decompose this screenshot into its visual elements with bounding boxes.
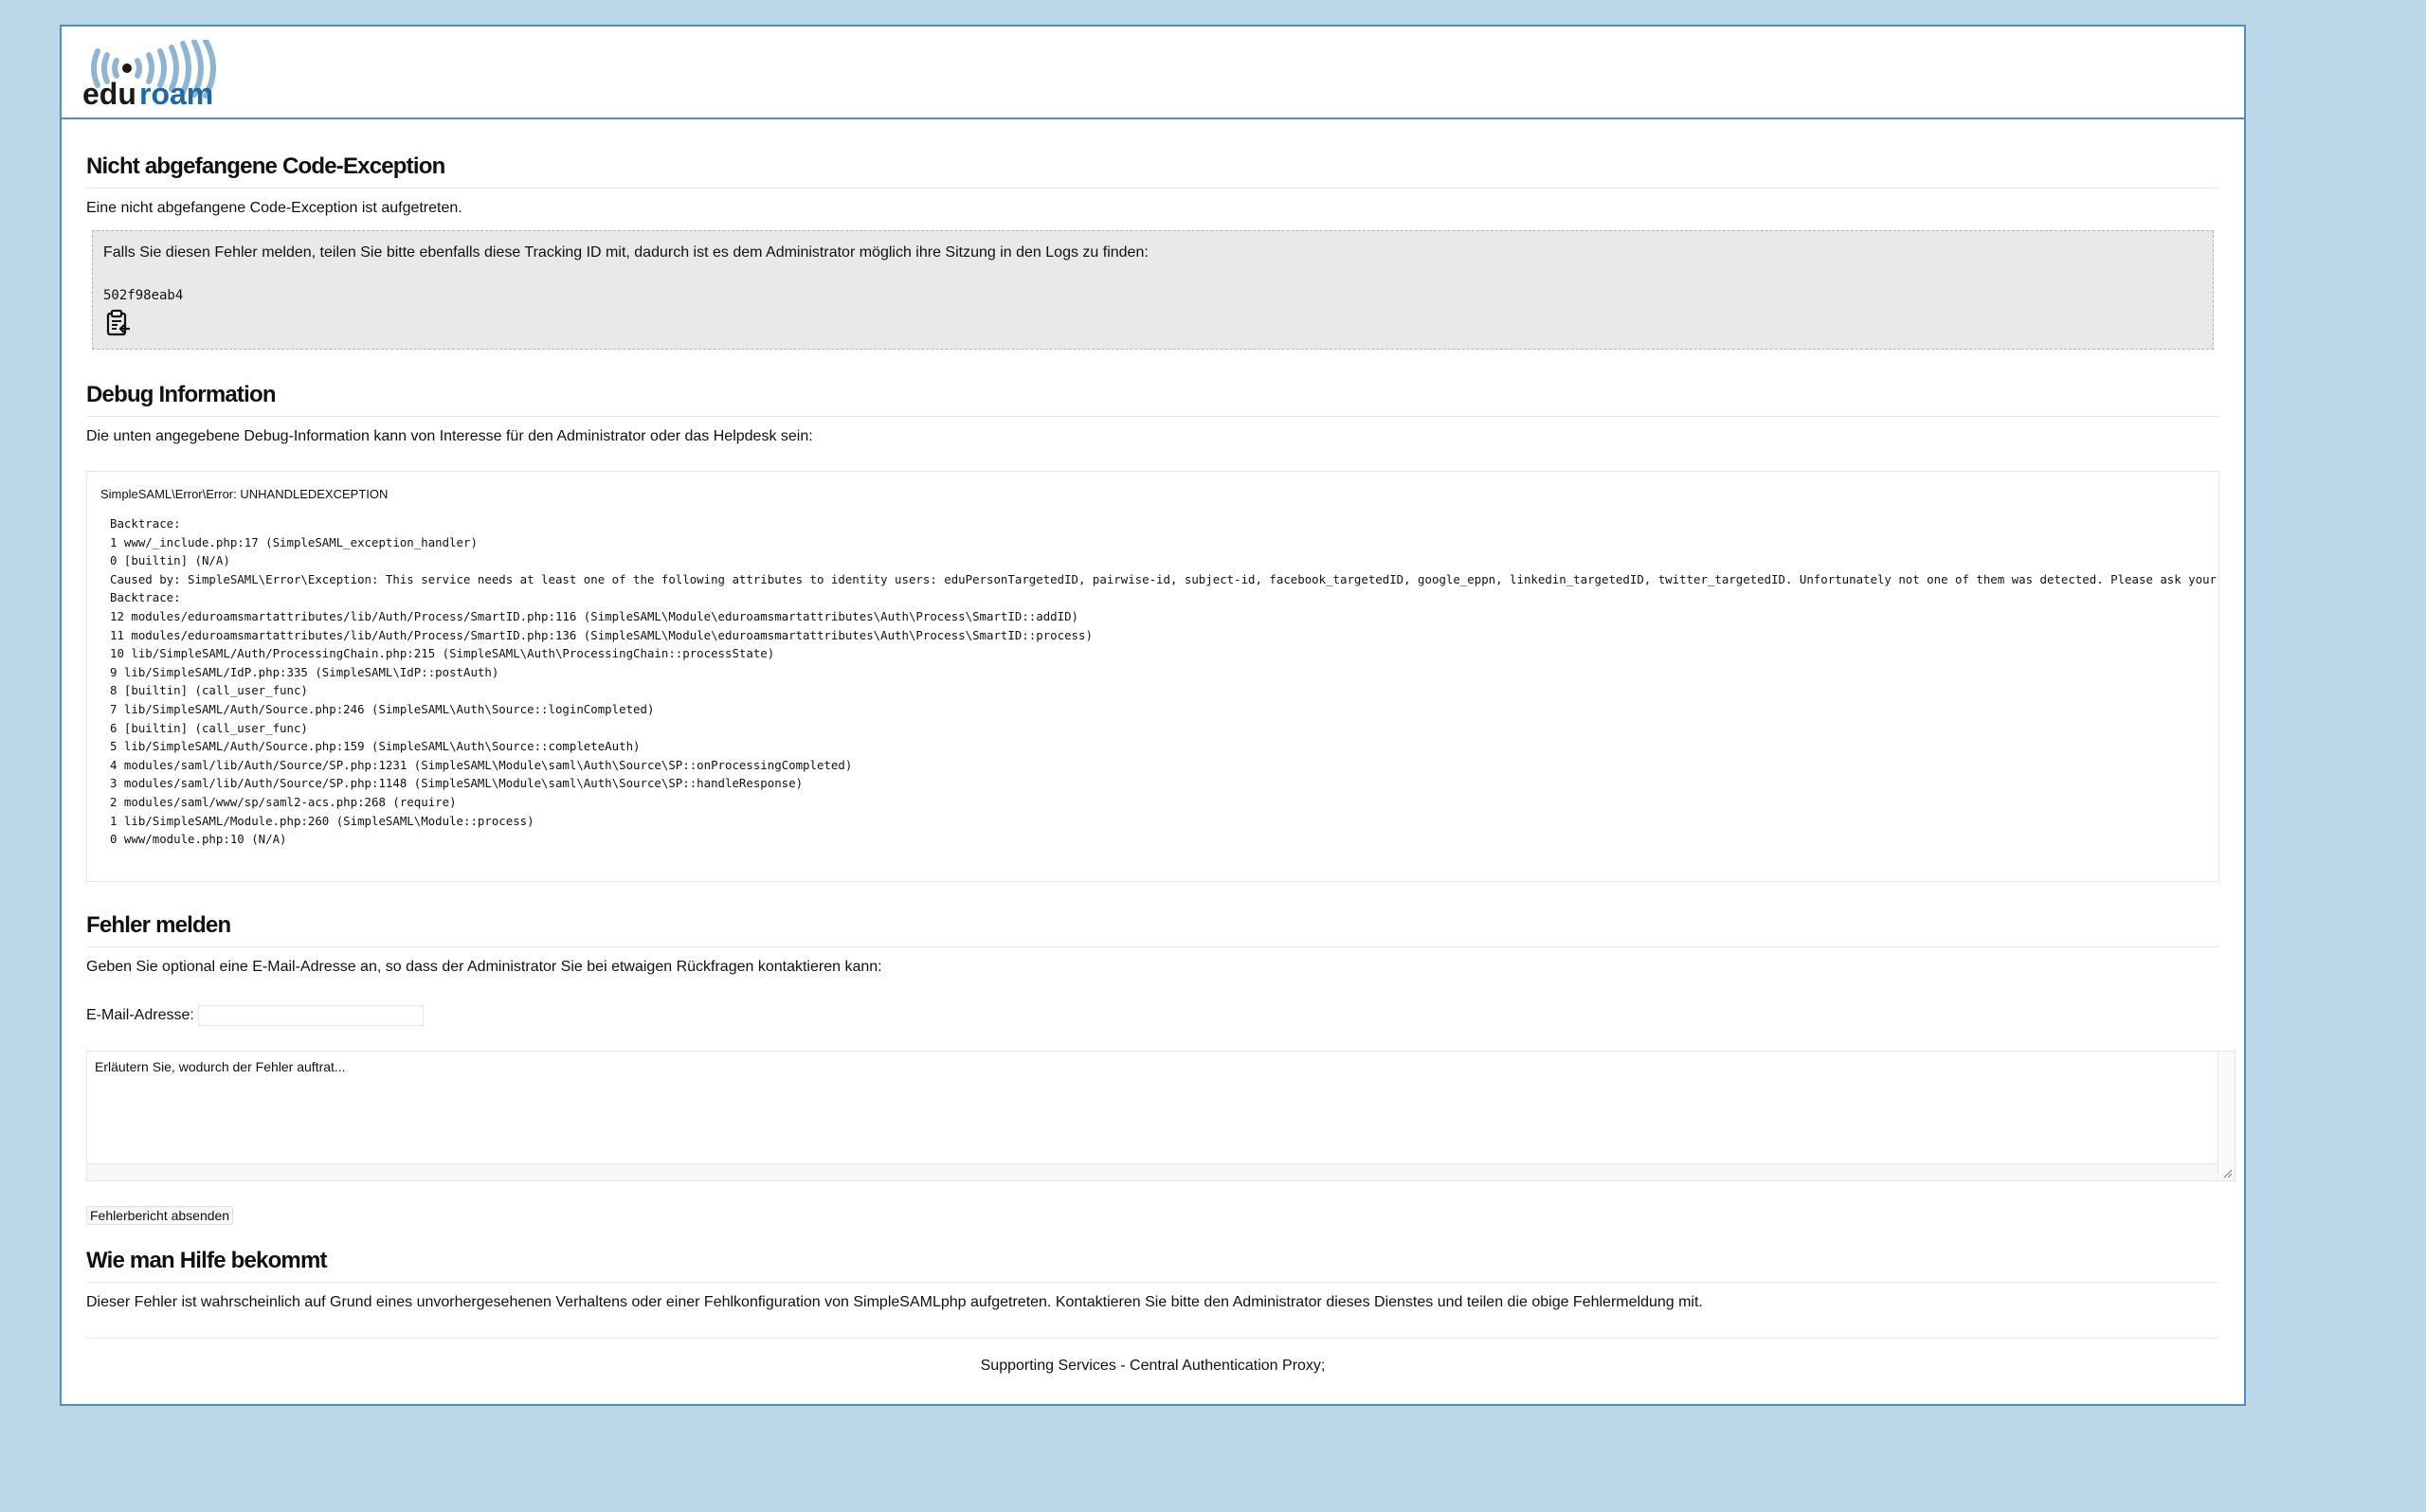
textarea-bottom-bar	[87, 1163, 2218, 1180]
wave-right-1	[135, 58, 142, 79]
report-textarea[interactable]: Erläutern Sie, wodurch der Fehler auftra…	[87, 1052, 2218, 1163]
resize-grip-icon[interactable]	[2221, 1167, 2233, 1179]
exception-description: Eine nicht abgefangene Code-Exception is…	[86, 200, 462, 216]
antenna-dot	[122, 63, 132, 73]
email-field[interactable]	[197, 1005, 424, 1026]
tracking-text: Falls Sie diesen Fehler melden, teilen S…	[103, 244, 1149, 261]
eduroam-logo-graphic: edu roam	[82, 38, 216, 111]
debug-box: SimpleSAML\Error\Error: UNHANDLEDEXCEPTI…	[86, 471, 2219, 882]
tracking-id[interactable]: 502f98eab4	[103, 288, 2202, 303]
tracking-box: Falls Sie diesen Fehler melden, teilen S…	[92, 230, 2214, 350]
eduroam-logo: edu roam	[79, 38, 249, 111]
clipboard-icon[interactable]	[103, 309, 132, 337]
debug-error-name: SimpleSAML\Error\Error: UNHANDLEDEXCEPTI…	[100, 487, 389, 501]
email-row: E-Mail-Adresse:	[86, 1005, 2219, 1026]
send-report-button[interactable]: Fehlerbericht absenden	[86, 1206, 234, 1225]
page-frame: edu roam Nicht abgefangene Code-Exceptio…	[60, 25, 2246, 1406]
debug-description: Die unten angegebene Debug-Information k…	[86, 428, 813, 444]
report-description: Geben Sie optional eine E-Mail-Adresse a…	[86, 959, 882, 975]
report-title: Fehler melden	[86, 912, 2219, 947]
debug-title: Debug Information	[86, 382, 2219, 417]
main-content: Nicht abgefangene Code-Exception Eine ni…	[62, 119, 2244, 1375]
header: edu roam	[62, 27, 2244, 119]
textarea-scrollbar[interactable]	[2218, 1052, 2235, 1180]
footer: Supporting Services - Central Authentica…	[86, 1338, 2219, 1375]
report-textarea-wrap: Erläutern Sie, wodurch der Fehler auftra…	[86, 1051, 2236, 1181]
email-label: E-Mail-Adresse:	[86, 1007, 194, 1023]
help-section: Wie man Hilfe bekommt Dieser Fehler ist …	[86, 1248, 2219, 1311]
help-description: Dieser Fehler ist wahrscheinlich auf Gru…	[86, 1294, 1703, 1310]
wave-left-1	[112, 58, 119, 79]
footer-text: Supporting Services - Central Authentica…	[980, 1358, 1326, 1374]
logo-text-edu: edu	[82, 77, 136, 108]
debug-backtrace: Backtrace: 1 www/_include.php:17 (Simple…	[110, 516, 2218, 847]
logo-text-roam: roam	[139, 77, 213, 108]
help-title: Wie man Hilfe bekommt	[86, 1248, 2219, 1283]
exception-title: Nicht abgefangene Code-Exception	[86, 153, 2219, 189]
